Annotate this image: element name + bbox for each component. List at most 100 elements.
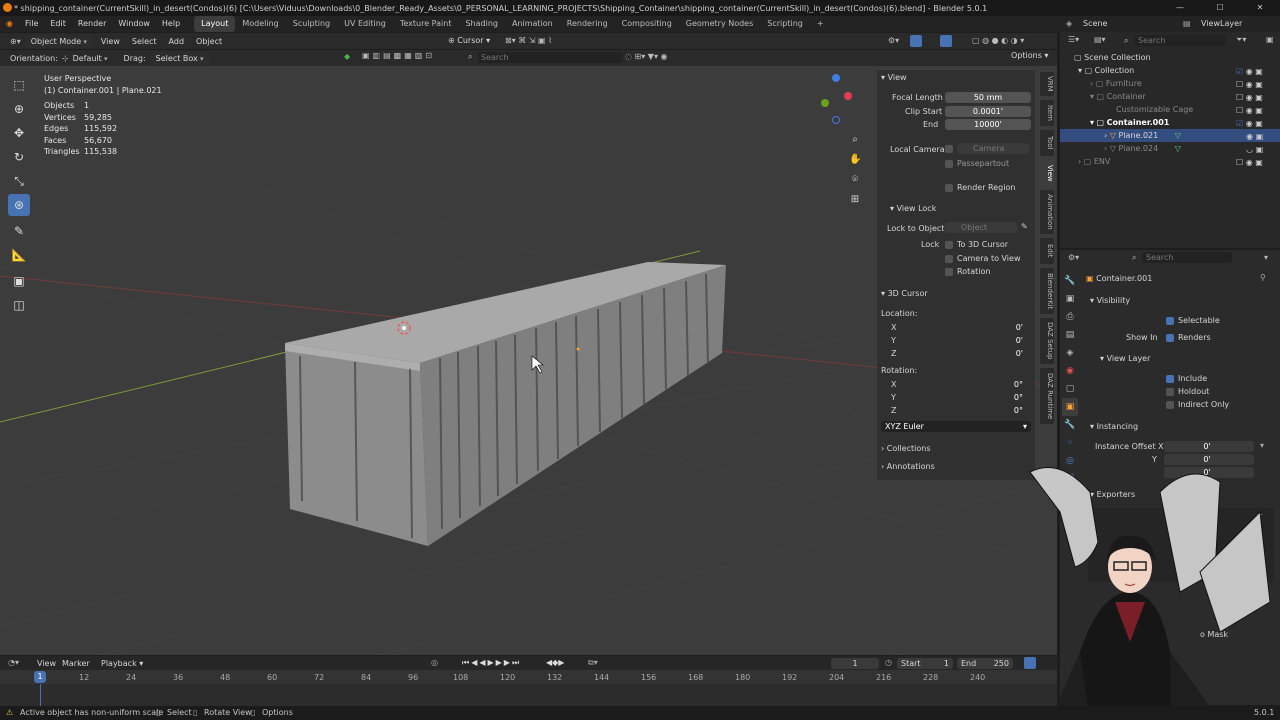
timeline-filter-icon[interactable] <box>1024 657 1036 669</box>
selectable-checkbox[interactable]: Selectable <box>1166 316 1220 325</box>
workspace-tab[interactable]: Animation <box>505 16 560 32</box>
rot-x-field[interactable]: 0° <box>881 379 1027 390</box>
x-axis-gizmo-icon[interactable] <box>844 92 852 100</box>
annotations-header[interactable]: › Annotations <box>881 462 935 471</box>
menu-help[interactable]: Help <box>156 16 186 32</box>
mode-selector[interactable]: Object Mode <box>24 34 93 48</box>
props-search-input[interactable]: Search <box>1142 252 1232 263</box>
tab-tool[interactable]: Tool <box>1040 130 1054 156</box>
outliner-row[interactable]: ▢ Scene Collection <box>1060 51 1280 64</box>
loc-z-field[interactable]: 0' <box>881 348 1027 359</box>
workspace-tab[interactable]: Compositing <box>615 16 679 32</box>
clip-end-field[interactable]: 10000' <box>945 119 1031 130</box>
keying-icon[interactable]: ⧉▾ <box>588 658 598 668</box>
gizmo-toggle-icon[interactable]: ⚙▾ <box>888 33 899 49</box>
orientation-dropdown[interactable]: Default <box>73 54 108 63</box>
to-3d-cursor-checkbox[interactable]: To 3D Cursor <box>945 240 1008 249</box>
focal-length-field[interactable]: 50 mm <box>945 92 1031 103</box>
passepartout-checkbox[interactable]: Passepartout <box>945 159 1009 168</box>
pan-hand-icon[interactable]: ✋ <box>849 150 861 170</box>
blender-menu-icon[interactable]: ◉ <box>0 16 19 32</box>
workspace-tab[interactable]: UV Editing <box>337 16 393 32</box>
scene-tab-icon[interactable]: ◈ <box>1062 344 1078 362</box>
visibility-header[interactable]: ▾ Visibility <box>1090 296 1130 305</box>
tab-edit[interactable]: Edit <box>1040 238 1054 264</box>
workspace-tab[interactable]: Texture Paint <box>393 16 459 32</box>
editor-type-icon[interactable]: ⊕▾ <box>10 37 21 46</box>
start-frame-field[interactable]: Start 1 <box>897 658 953 669</box>
instancing-header[interactable]: ▾ Instancing <box>1090 422 1138 431</box>
menu-view[interactable]: View <box>97 37 124 46</box>
viewlayer-selector[interactable]: ViewLayer <box>1201 16 1242 32</box>
visibility-toggles[interactable]: ☐ ◉ ▣ <box>1236 78 1276 91</box>
viewport-search-input[interactable]: Search <box>478 52 623 63</box>
menu-edit[interactable]: Edit <box>44 16 72 32</box>
navigation-gizmo[interactable] <box>814 74 864 129</box>
workspace-tab[interactable]: Rendering <box>560 16 615 32</box>
transform-orientation-icon[interactable]: ⊠▾ ⌘ ⇲ ▣ ⌇ <box>505 33 552 49</box>
collections-header[interactable]: › Collections <box>881 444 931 453</box>
xray-toggle-icon[interactable] <box>940 35 952 47</box>
world-tab-icon[interactable]: ◉ <box>1062 362 1078 380</box>
3d-cursor-header[interactable]: ▾ 3D Cursor <box>881 289 928 298</box>
local-camera-checkbox[interactable] <box>945 145 953 153</box>
object-tab-icon[interactable]: ▣ <box>1062 398 1078 416</box>
visibility-toggles[interactable]: ◡ ▣ <box>1236 143 1276 156</box>
modifier-tab-icon[interactable]: 🔧 <box>1062 416 1078 434</box>
keyframe-nav-icons[interactable]: ◀◆▶ <box>546 658 564 667</box>
visibility-toggles[interactable]: ☑ ◉ ▣ <box>1236 65 1276 78</box>
lock-rotation-checkbox[interactable]: Rotation <box>945 267 990 276</box>
menu-add[interactable]: Add <box>165 37 189 46</box>
neg-z-axis-gizmo-icon[interactable] <box>832 116 840 124</box>
rot-z-field[interactable]: 0° <box>881 405 1027 416</box>
visibility-toggles[interactable]: ☐ ◉ ▣ <box>1236 104 1276 117</box>
props-options-icon[interactable]: ▾ <box>1264 253 1268 262</box>
add-cube-tool-icon[interactable]: ▣ <box>8 270 30 292</box>
menu-object[interactable]: Object <box>192 37 226 46</box>
playhead[interactable]: 1 <box>34 671 46 683</box>
workspace-tab[interactable]: Modeling <box>235 16 285 32</box>
filter-icons[interactable]: ◌ ⊞▾ ▼▾ ◉ <box>625 52 667 61</box>
tab-item[interactable]: Item <box>1040 100 1054 126</box>
menu-render[interactable]: Render <box>72 16 112 32</box>
lock-object-field[interactable]: Object <box>945 222 1017 233</box>
workspace-tab[interactable]: Layout <box>194 16 236 32</box>
move-tool-icon[interactable]: ✥ <box>8 122 30 144</box>
pin-icon[interactable]: ⚲ <box>1260 273 1266 282</box>
annotate-tool-icon[interactable]: ✎ <box>8 220 30 242</box>
camera-to-view-checkbox[interactable]: Camera to View <box>945 254 1021 263</box>
options-button[interactable]: Options ▾ <box>1011 51 1048 60</box>
select-box-tool-icon[interactable]: ⬚ <box>8 74 30 96</box>
workspace-tab[interactable]: Sculpting <box>286 16 337 32</box>
menu-select[interactable]: Select <box>128 37 161 46</box>
visibility-toggles[interactable]: ☐ ◉ ▣ <box>1236 91 1276 104</box>
menu-window[interactable]: Window <box>112 16 156 32</box>
add-mesh-tool-icon[interactable]: ◫ <box>8 294 30 316</box>
close-button[interactable]: ✕ <box>1240 0 1280 16</box>
drag-dropdown[interactable]: Select Box <box>149 51 210 65</box>
view-section-header[interactable]: ▾ View <box>881 73 907 82</box>
scene-selector[interactable]: Scene <box>1083 16 1107 32</box>
holdout-checkbox[interactable]: Holdout <box>1166 387 1209 396</box>
render-tab-icon[interactable]: ▣ <box>1062 290 1078 308</box>
zoom-icon[interactable]: ⌕ <box>849 130 861 150</box>
view-layer-header[interactable]: ▾ View Layer <box>1100 354 1150 363</box>
z-axis-gizmo-icon[interactable] <box>832 74 840 82</box>
ortho-grid-icon[interactable]: ⊞ <box>849 190 861 210</box>
workspace-tab[interactable]: Scripting <box>760 16 810 32</box>
display-mode-icon[interactable]: ▤▾ <box>1094 35 1106 44</box>
timeline-playback-menu[interactable]: Playback ▾ <box>101 659 143 668</box>
workspace-tab[interactable]: Shading <box>458 16 505 32</box>
add-workspace-button[interactable]: + <box>810 16 831 32</box>
loc-y-field[interactable]: 0' <box>881 335 1027 346</box>
menu-file[interactable]: File <box>19 16 44 32</box>
camera-field[interactable]: Camera <box>957 143 1029 154</box>
rotate-tool-icon[interactable]: ↻ <box>8 146 30 168</box>
tab-daz-runtime[interactable]: DAZ Runtime <box>1040 368 1054 424</box>
rotation-mode-dropdown[interactable]: XYZ Euler ▾ <box>881 421 1031 432</box>
end-frame-field[interactable]: End 250 <box>957 658 1013 669</box>
scale-tool-icon[interactable]: ⤡ <box>8 170 30 192</box>
select-mode-icons[interactable]: ▣▥▤▩▦▧⊡ <box>362 51 435 60</box>
timeline[interactable]: 1 12 24 36 48 60 72 84 96 108 120 132 14… <box>0 670 1057 706</box>
clip-start-field[interactable]: 0.0001' <box>945 106 1031 117</box>
